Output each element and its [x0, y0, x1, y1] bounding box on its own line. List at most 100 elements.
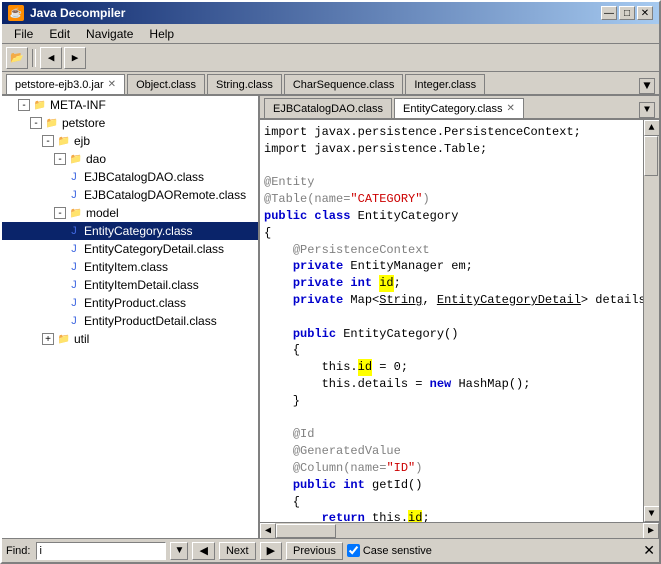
tree-label: EJBCatalogDAO.class	[84, 170, 204, 184]
editor-tab-close-icon[interactable]: ✕	[507, 103, 515, 114]
editor-panel: EJBCatalogDAO.class EntityCategory.class…	[260, 96, 659, 538]
tabs-dropdown-button[interactable]: ▼	[639, 78, 655, 94]
tree-item-entitycategorydetail[interactable]: J EntityCategoryDetail.class	[2, 240, 258, 258]
menu-file[interactable]: File	[6, 26, 41, 42]
case-sensitive-label: Case senstive	[363, 545, 432, 557]
horizontal-scrollbar: ◀ ▶	[260, 522, 659, 538]
code-container: import javax.persistence.PersistenceCont…	[260, 120, 659, 522]
tab-close-icon[interactable]: ✕	[108, 79, 116, 90]
toggle-dao[interactable]: -	[54, 153, 66, 165]
code-line: @Table(name="CATEGORY")	[264, 191, 639, 208]
toggle-petstore[interactable]: -	[30, 117, 42, 129]
menu-bar: File Edit Navigate Help	[2, 24, 659, 44]
tree-item-model[interactable]: - 📁 model	[2, 204, 258, 222]
editor-tabs-dropdown[interactable]: ▼	[639, 102, 655, 118]
toolbar-forward-button[interactable]: ▶	[64, 47, 86, 69]
folder-icon: 📁	[68, 205, 84, 221]
tree-item-entityitem[interactable]: J EntityItem.class	[2, 258, 258, 276]
tree-item-ejb[interactable]: - 📁 ejb	[2, 132, 258, 150]
main-window: ☕ Java Decompiler — □ ✕ File Edit Naviga…	[0, 0, 661, 564]
file-icon: J	[66, 313, 82, 329]
find-close-button[interactable]: ✕	[643, 542, 655, 559]
find-dropdown-button[interactable]: ▼	[170, 542, 188, 560]
file-icon: J	[66, 223, 82, 239]
file-icon: J	[66, 169, 82, 185]
tree-label: ejb	[74, 134, 90, 148]
code-editor[interactable]: import javax.persistence.PersistenceCont…	[260, 120, 643, 522]
scroll-down-button[interactable]: ▼	[644, 506, 660, 522]
toggle-util[interactable]: +	[42, 333, 54, 345]
scroll-thumb[interactable]	[644, 136, 658, 176]
tree-label: EntityCategoryDetail.class	[84, 242, 224, 256]
file-icon: J	[66, 295, 82, 311]
tree-item-util[interactable]: + 📁 util	[2, 330, 258, 348]
tree-item-entityproduct[interactable]: J EntityProduct.class	[2, 294, 258, 312]
code-line	[264, 309, 639, 326]
toolbar-back-button[interactable]: ◀	[40, 47, 62, 69]
scroll-right-button[interactable]: ▶	[643, 523, 659, 539]
tree-item-dao[interactable]: - 📁 dao	[2, 150, 258, 168]
code-line: @PersistenceContext	[264, 242, 639, 259]
code-line: {	[264, 225, 639, 242]
toolbar-open-button[interactable]: 📂	[6, 47, 28, 69]
h-scroll-thumb[interactable]	[276, 524, 336, 538]
vertical-scrollbar: ▲ ▼	[643, 120, 659, 522]
arrow-icon: ▶	[267, 544, 275, 557]
scroll-track[interactable]	[644, 136, 659, 506]
main-tabs-bar: petstore-ejb3.0.jar ✕ Object.class Strin…	[2, 72, 659, 96]
minimize-button[interactable]: —	[601, 6, 617, 20]
tab-string-class[interactable]: String.class	[207, 74, 282, 94]
tree-item-petstore[interactable]: - 📁 petstore	[2, 114, 258, 132]
previous-button[interactable]: Previous	[286, 542, 343, 560]
editor-tab-ejbcatalogdao[interactable]: EJBCatalogDAO.class	[264, 98, 392, 118]
file-icon: J	[66, 277, 82, 293]
code-line: import javax.persistence.Table;	[264, 141, 639, 158]
code-line: @Id	[264, 426, 639, 443]
tree-label: EntityItemDetail.class	[84, 278, 199, 292]
toggle-meta-inf[interactable]: -	[18, 99, 30, 111]
menu-help[interactable]: Help	[141, 26, 182, 42]
code-line: return this.id;	[264, 510, 639, 522]
h-scroll-track[interactable]	[276, 523, 643, 538]
code-line: this.id = 0;	[264, 359, 639, 376]
window-title: Java Decompiler	[30, 6, 125, 20]
maximize-button[interactable]: □	[619, 6, 635, 20]
find-icon-left: ◀	[192, 542, 214, 560]
toggle-model[interactable]: -	[54, 207, 66, 219]
case-sensitive-checkbox[interactable]	[347, 544, 360, 557]
tab-label: Integer.class	[414, 79, 476, 91]
tab-integer-class[interactable]: Integer.class	[405, 74, 485, 94]
tab-petstore-jar[interactable]: petstore-ejb3.0.jar ✕	[6, 74, 125, 94]
file-icon: J	[66, 259, 82, 275]
folder-icon: 📁	[32, 97, 48, 113]
title-bar: ☕ Java Decompiler — □ ✕	[2, 2, 659, 24]
tab-object-class[interactable]: Object.class	[127, 74, 205, 94]
menu-navigate[interactable]: Navigate	[78, 26, 141, 42]
editor-tab-entitycategory[interactable]: EntityCategory.class ✕	[394, 98, 524, 118]
tree-label: META-INF	[50, 98, 106, 112]
tree-item-entityitemdetail[interactable]: J EntityItemDetail.class	[2, 276, 258, 294]
tab-charsequence-class[interactable]: CharSequence.class	[284, 74, 404, 94]
file-icon: J	[66, 187, 82, 203]
case-sensitive-option[interactable]: Case senstive	[347, 544, 432, 557]
tree-item-ejbcatalogdao[interactable]: J EJBCatalogDAO.class	[2, 168, 258, 186]
next-button[interactable]: Next	[219, 542, 256, 560]
menu-edit[interactable]: Edit	[41, 26, 78, 42]
find-input[interactable]	[36, 542, 166, 560]
code-line: public int getId()	[264, 477, 639, 494]
toggle-ejb[interactable]: -	[42, 135, 54, 147]
scroll-left-button[interactable]: ◀	[260, 523, 276, 539]
close-button[interactable]: ✕	[637, 6, 653, 20]
find-icon-right: ▶	[260, 542, 282, 560]
tree-item-entityproductdetail[interactable]: J EntityProductDetail.class	[2, 312, 258, 330]
code-line: public EntityCategory()	[264, 326, 639, 343]
folder-icon: 📁	[44, 115, 60, 131]
tab-label: petstore-ejb3.0.jar	[15, 79, 104, 91]
scroll-up-button[interactable]: ▲	[644, 120, 660, 136]
code-line: private Map<String, EntityCategoryDetail…	[264, 292, 639, 309]
code-line: @GeneratedValue	[264, 443, 639, 460]
tree-label: EntityProduct.class	[84, 296, 186, 310]
tree-item-meta-inf[interactable]: - 📁 META-INF	[2, 96, 258, 114]
tree-item-entitycategory[interactable]: J EntityCategory.class	[2, 222, 258, 240]
tree-item-ejbcatalogdaoremote[interactable]: J EJBCatalogDAORemote.class	[2, 186, 258, 204]
